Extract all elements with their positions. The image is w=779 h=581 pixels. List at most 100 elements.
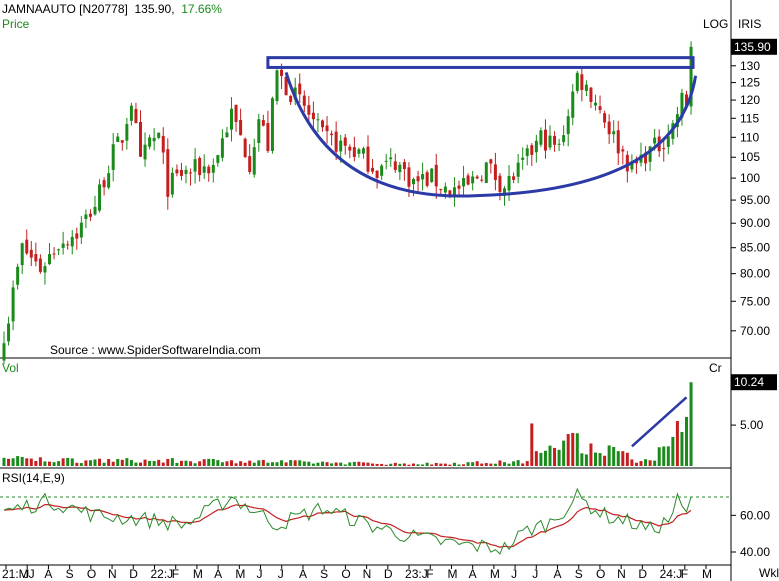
volume-bar bbox=[534, 451, 538, 466]
candle-body bbox=[616, 130, 620, 154]
volume-bar bbox=[466, 462, 470, 466]
candle-body bbox=[198, 157, 202, 176]
candle-body bbox=[179, 169, 183, 176]
candle-body bbox=[434, 164, 438, 187]
volume-bar bbox=[120, 459, 124, 466]
candle-body bbox=[571, 91, 575, 118]
candle-body bbox=[421, 174, 425, 180]
volume-bar bbox=[148, 460, 152, 466]
candle-body bbox=[11, 287, 15, 322]
x-tick-label: A bbox=[469, 567, 477, 581]
volume-bar bbox=[280, 460, 284, 466]
candle-body bbox=[330, 133, 334, 136]
candle-body bbox=[20, 243, 24, 266]
volume-bar bbox=[689, 382, 693, 466]
volume-bar bbox=[207, 458, 211, 466]
candle-body bbox=[207, 166, 211, 174]
candle-body bbox=[580, 74, 584, 90]
volume-bar bbox=[302, 461, 306, 466]
volume-bar bbox=[357, 461, 361, 466]
interval-label: Wkl bbox=[759, 566, 779, 580]
candle-body bbox=[93, 206, 97, 215]
volume-bar bbox=[252, 462, 256, 466]
candle-body bbox=[348, 146, 352, 151]
volume-bar bbox=[625, 452, 629, 466]
candle-body bbox=[252, 147, 256, 175]
volume-bar bbox=[25, 458, 29, 466]
price-tick-label: 75.00 bbox=[740, 294, 770, 308]
volume-bar bbox=[243, 462, 247, 466]
x-tick-label: 22:J bbox=[150, 567, 173, 581]
x-tick-label: M bbox=[447, 567, 457, 581]
candle-body bbox=[375, 170, 379, 178]
volume-bar bbox=[507, 463, 511, 466]
volume-bar bbox=[311, 463, 315, 466]
price-tick-label: 120 bbox=[740, 93, 760, 107]
candle-body bbox=[243, 138, 247, 158]
volume-bar bbox=[266, 462, 270, 466]
volume-bar bbox=[330, 463, 334, 466]
volume-bar bbox=[634, 462, 638, 466]
volume-bar bbox=[580, 453, 584, 466]
volume-bar bbox=[439, 463, 443, 466]
volume-bar bbox=[371, 463, 375, 466]
volume-bar bbox=[448, 464, 452, 466]
volume-bar bbox=[84, 460, 88, 466]
volume-bar bbox=[393, 462, 397, 466]
x-tick-label: A bbox=[44, 567, 52, 581]
rsi-tick-label: 60.00 bbox=[740, 508, 770, 522]
x-tick-label: J bbox=[23, 567, 29, 581]
volume-bar bbox=[70, 458, 74, 466]
candle-body bbox=[516, 162, 520, 177]
volume-bar bbox=[7, 458, 11, 466]
volume-bar bbox=[152, 461, 156, 466]
volume-bar bbox=[257, 460, 261, 466]
price-tick-label: 105 bbox=[740, 150, 760, 164]
volume-bar bbox=[516, 460, 520, 466]
candle-body bbox=[534, 140, 538, 153]
volume-bar bbox=[111, 461, 115, 466]
volume-bar bbox=[48, 461, 51, 466]
volume-bar bbox=[284, 462, 288, 466]
price-tick-label: 125 bbox=[740, 76, 760, 90]
volume-bar bbox=[489, 463, 493, 466]
volume-bar bbox=[361, 462, 365, 466]
candle-body bbox=[88, 213, 92, 217]
candle-body bbox=[489, 159, 493, 164]
volume-bar bbox=[216, 460, 220, 466]
candle-body bbox=[612, 131, 616, 135]
candle-body bbox=[439, 189, 443, 191]
candle-body bbox=[307, 105, 311, 115]
candle-body bbox=[298, 83, 302, 95]
volume-bar bbox=[321, 461, 324, 466]
log-toggle[interactable]: LOG bbox=[703, 17, 728, 31]
volume-bar bbox=[685, 416, 688, 466]
candle-body bbox=[275, 70, 279, 102]
volume-bar bbox=[107, 459, 111, 466]
volume-bar bbox=[457, 464, 461, 466]
candle-body bbox=[248, 156, 252, 172]
volume-bar bbox=[680, 432, 684, 466]
candle-body bbox=[575, 72, 579, 91]
candle-body bbox=[480, 179, 484, 181]
candle-body bbox=[384, 160, 388, 162]
volume-bar bbox=[2, 457, 6, 466]
candle-body bbox=[598, 106, 602, 110]
volume-bar bbox=[475, 461, 479, 466]
candle-body bbox=[466, 175, 470, 185]
x-tick-label: J bbox=[511, 567, 517, 581]
volume-bar bbox=[644, 459, 648, 466]
volume-bar bbox=[412, 463, 415, 466]
candle-body bbox=[61, 243, 65, 248]
volume-bar bbox=[34, 460, 38, 466]
candle-body bbox=[52, 253, 56, 255]
volume-bar bbox=[562, 440, 566, 466]
candle-body bbox=[457, 185, 461, 189]
candle-body bbox=[202, 166, 206, 173]
candle-body bbox=[425, 172, 429, 186]
volume-bar bbox=[134, 462, 138, 466]
candle-body bbox=[666, 136, 670, 147]
volume-bar bbox=[316, 462, 320, 466]
volume-bar bbox=[352, 461, 356, 466]
volume-bar bbox=[175, 462, 179, 466]
